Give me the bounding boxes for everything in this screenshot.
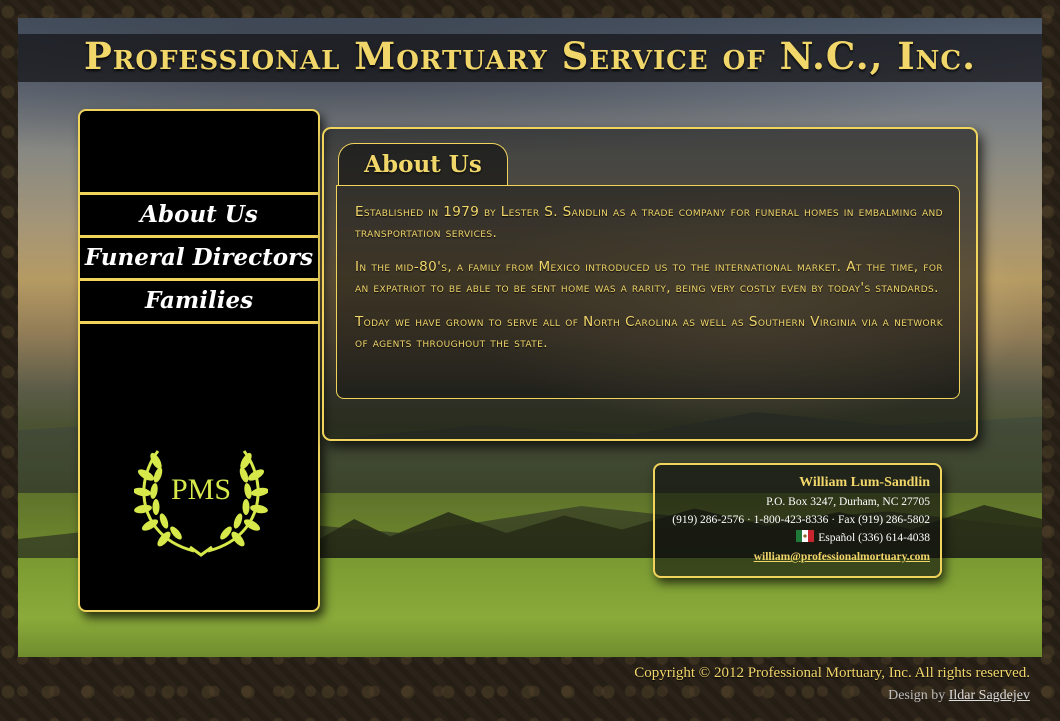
logo-text: PMS — [171, 473, 231, 506]
mexico-flag-icon — [796, 530, 815, 542]
design-prefix: Design by — [888, 688, 946, 703]
nav-item-about-us[interactable]: About Us — [80, 192, 318, 235]
contact-address: P.O. Box 3247, Durham, NC 27705 — [766, 496, 930, 508]
tab-about-us[interactable]: About Us — [338, 143, 508, 185]
about-text: Established in 1979 by Lester S. Sandlin… — [336, 185, 960, 399]
copyright-text: Copyright © 2012 Professional Mortuary, … — [634, 665, 1030, 681]
paragraph-service-area: Today we have grown to serve all of Nort… — [355, 314, 943, 351]
paragraph-international: In the mid-80's, a family from Mexico in… — [355, 259, 943, 296]
main-nav: About Us Funeral Directors Families — [80, 192, 318, 324]
site-title: Professional Mortuary Service of N.C., I… — [83, 34, 976, 78]
paragraph-history: Established in 1979 by Lester S. Sandlin… — [355, 204, 943, 241]
nav-item-families[interactable]: Families — [80, 278, 318, 324]
content-panel: About Us Established in 1979 by Lester S… — [322, 127, 978, 441]
contact-card: William Lum-Sandlin P.O. Box 3247, Durha… — [653, 463, 942, 578]
pms-logo: PMS — [133, 447, 269, 557]
design-credit: Design by Ildar Sagdejev — [888, 688, 1030, 704]
laurel-wreath-icon: PMS — [133, 450, 269, 557]
contact-name: William Lum-Sandlin — [799, 475, 930, 490]
contact-spanish: Español (336) 614-4038 — [818, 532, 930, 544]
contact-email-link[interactable]: william@professionalmortuary.com — [754, 551, 930, 563]
nav-item-funeral-directors[interactable]: Funeral Directors — [80, 235, 318, 278]
sidebar: About Us Funeral Directors Families PMS — [78, 109, 320, 612]
designer-link[interactable]: Ildar Sagdejev — [949, 688, 1030, 703]
contact-phones: (919) 286-2576 · 1-800-423-8336 · Fax (9… — [672, 514, 930, 526]
contact-spanish-line: Español (336) 614-4038 — [663, 529, 930, 547]
